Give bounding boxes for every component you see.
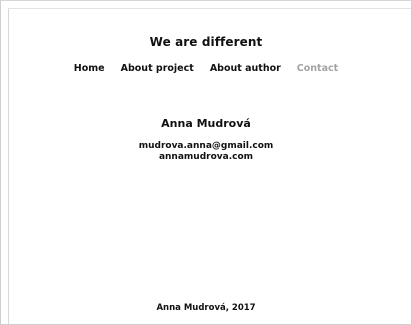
page-frame: We are different Home About project Abou…	[0, 0, 412, 325]
nav-item-about-project[interactable]: About project	[121, 63, 194, 74]
nav-item-home[interactable]: Home	[74, 63, 105, 74]
footer-copyright: Anna Mudrová, 2017	[156, 303, 256, 313]
top-border-line	[8, 8, 411, 9]
contact-info: mudrova.anna@gmail.com annamudrova.com	[1, 141, 411, 163]
website-link[interactable]: annamudrova.com	[1, 152, 411, 163]
left-border-line	[8, 8, 9, 324]
email-link[interactable]: mudrova.anna@gmail.com	[1, 141, 411, 152]
nav-item-about-author[interactable]: About author	[210, 63, 281, 74]
contact-name: Anna Mudrová	[161, 117, 251, 130]
nav-item-contact[interactable]: Contact	[297, 63, 338, 74]
site-title: We are different	[149, 35, 263, 49]
main-nav: Home About project About author Contact	[1, 63, 411, 74]
